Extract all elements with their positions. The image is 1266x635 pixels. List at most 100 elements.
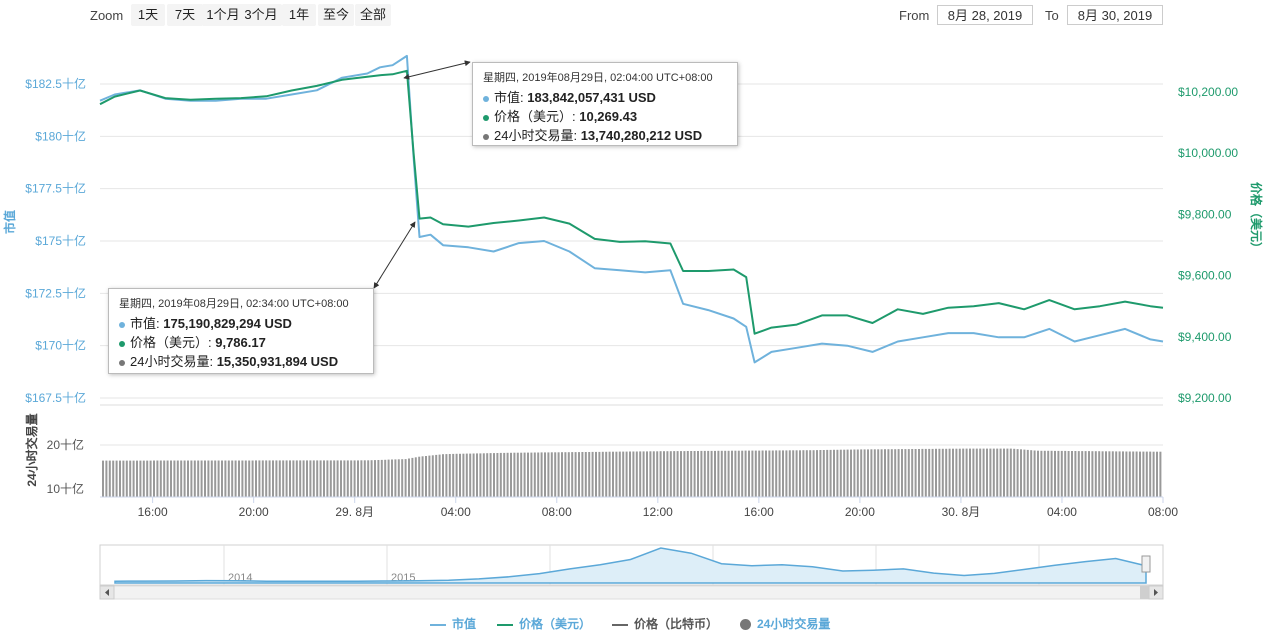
volume-bar: [795, 450, 798, 497]
volume-bar: [221, 460, 223, 497]
volume-bar: [911, 449, 914, 497]
legend-volume[interactable]: 24小时交易量: [740, 615, 830, 632]
volume-bar: [139, 460, 142, 497]
zoom-ytd-button[interactable]: 至今: [318, 4, 354, 26]
volume-bar: [697, 451, 699, 497]
volume-bar: [1118, 451, 1121, 497]
volume-bar: [261, 460, 264, 497]
volume-bar: [598, 451, 601, 497]
volume-bar: [924, 448, 927, 497]
volume-bar: [418, 456, 421, 497]
left-tick-label: $167.5十亿: [25, 390, 86, 405]
legend-market-cap-label: 市值: [452, 617, 477, 631]
volume-bar: [537, 452, 540, 497]
zoom-3m-button[interactable]: 3个月: [240, 4, 282, 26]
volume-bar: [210, 460, 213, 497]
volume-bar: [1105, 451, 1107, 497]
volume-bar: [1159, 451, 1162, 497]
volume-bar: [595, 451, 597, 497]
volume-bar: [108, 460, 111, 497]
x-tick-label: 29. 8月: [335, 505, 374, 519]
volume-bar: [435, 454, 438, 497]
volume-bar: [826, 449, 829, 497]
volume-bar: [258, 460, 261, 497]
from-date-input[interactable]: 8月 28, 2019: [937, 5, 1033, 25]
volume-bar: [690, 451, 693, 497]
volume-bar: [289, 460, 291, 497]
volume-bar: [394, 459, 397, 497]
volume-bar: [299, 460, 302, 497]
legend-price-btc-label: 价格（比特币）: [634, 617, 719, 631]
zoom-1m-button[interactable]: 1个月: [202, 4, 244, 26]
volume-bar: [588, 452, 591, 497]
volume-bar: [499, 452, 502, 497]
volume-bar: [251, 460, 254, 497]
volume-bar: [877, 449, 880, 497]
volume-bar: [809, 450, 812, 497]
volume-bar: [292, 460, 295, 497]
zoom-all-button[interactable]: 全部: [355, 4, 391, 26]
volume-bar: [901, 449, 903, 497]
x-tick-label: 12:00: [643, 505, 673, 519]
volume-bar: [183, 460, 186, 497]
volume-bar: [918, 449, 920, 497]
volume-bar: [312, 460, 315, 497]
volume-bar: [703, 450, 706, 497]
volume-bar: [533, 452, 536, 497]
volume-bar: [149, 460, 152, 497]
volume-bar: [890, 449, 893, 497]
volume-bar: [367, 460, 370, 497]
volume-bar: [996, 448, 999, 497]
tooltip-volume-value: 13,740,280,212 USD: [580, 128, 703, 143]
x-tick-label: 08:00: [1148, 505, 1178, 519]
volume-axis-title: 24小时交易量: [24, 413, 39, 486]
legend-price-usd[interactable]: 价格（美元）: [497, 615, 591, 632]
volume-bar: [173, 460, 176, 497]
volume-bar: [554, 452, 557, 497]
volume-bar: [387, 459, 390, 497]
zoom-1d-button[interactable]: 1天: [131, 4, 165, 26]
volume-bar: [754, 450, 757, 497]
tooltip-title: 星期四, 2019年08月29日, 02:04:00 UTC+08:00: [483, 72, 713, 84]
zoom-7d-button[interactable]: 7天: [167, 4, 203, 26]
volume-bar: [377, 460, 380, 497]
volume-bar: [428, 455, 431, 497]
tooltip-market-cap-row: 市值: 183,842,057,431 USD: [483, 88, 727, 107]
volume-bar: [469, 453, 472, 497]
volume-bar: [1115, 451, 1118, 497]
volume-bar: [778, 450, 781, 497]
tooltip-market-cap-label: 市值:: [494, 90, 528, 105]
volume-tick-label: 10十亿: [47, 481, 84, 496]
volume-bar: [1043, 450, 1046, 497]
legend-market-cap[interactable]: 市值: [430, 615, 476, 632]
volume-bar: [992, 448, 995, 497]
volume-bar: [578, 452, 580, 497]
volume-bar: [775, 450, 778, 497]
volume-bar: [363, 460, 366, 497]
tooltip-price-label: 价格（美元）:: [130, 335, 216, 350]
right-tick-label: $9,400.00: [1178, 330, 1232, 344]
volume-bar: [547, 452, 550, 497]
volume-bar: [921, 448, 924, 497]
zoom-1y-button[interactable]: 1年: [282, 4, 316, 26]
legend-price-btc[interactable]: 价格（比特币）: [612, 615, 718, 632]
volume-bar: [700, 450, 703, 497]
navigator-handle[interactable]: [1141, 555, 1151, 573]
x-tick-label: 20:00: [845, 505, 875, 519]
volume-bar: [938, 448, 941, 497]
tooltip-market-cap-value: 175,190,829,294 USD: [163, 316, 292, 331]
scrollbar-track[interactable]: [99, 585, 1164, 600]
tooltip-price-value: 9,786.17: [215, 335, 266, 350]
right-tick-label: $10,200.00: [1178, 85, 1238, 99]
volume-bar: [744, 450, 747, 497]
volume-bar: [1006, 448, 1009, 497]
to-date-input[interactable]: 8月 30, 2019: [1067, 5, 1163, 25]
tooltip-connector: [403, 60, 471, 80]
volume-bar: [122, 460, 125, 497]
volume-bar: [408, 458, 410, 497]
tooltip-point-1: 星期四, 2019年08月29日, 02:04:00 UTC+08:00 市值:…: [472, 62, 738, 146]
volume-bar: [200, 460, 203, 497]
volume-bar: [683, 451, 686, 497]
volume-bar: [856, 449, 859, 497]
volume-bar: [768, 450, 771, 497]
